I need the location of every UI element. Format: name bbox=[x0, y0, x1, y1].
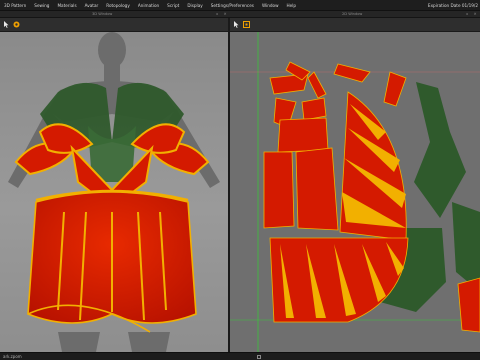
window-title-strip: 3D Window ▫ ✕ 2D Window ▫ ✕ bbox=[0, 11, 480, 18]
2d-window-controls[interactable]: ▫ ✕ bbox=[466, 12, 479, 16]
menu-3d-pattern[interactable]: 3D Pattern bbox=[0, 3, 30, 8]
3d-window-controls[interactable]: ▫ ✕ bbox=[216, 12, 229, 16]
status-label: ark.zpom bbox=[3, 354, 22, 359]
menu-list: 3D Pattern Sewing Materials Avatar Rotop… bbox=[0, 3, 300, 8]
menu-bar: 3D Pattern Sewing Materials Avatar Rotop… bbox=[0, 0, 480, 11]
2d-viewport[interactable] bbox=[230, 32, 480, 352]
2d-toolbar bbox=[230, 18, 480, 32]
expiration-date: Expiration Date 01/19/2 bbox=[427, 3, 478, 8]
menu-rotopology[interactable]: Rotopology bbox=[102, 3, 134, 8]
menu-help[interactable]: Help bbox=[283, 3, 301, 8]
3d-window-title: 3D Window bbox=[92, 12, 113, 16]
3d-toolbar bbox=[0, 18, 228, 32]
menu-display[interactable]: Display bbox=[183, 3, 206, 8]
2d-window-title: 2D Window bbox=[342, 12, 363, 16]
menu-materials[interactable]: Materials bbox=[53, 3, 80, 8]
pointer-icon[interactable] bbox=[3, 21, 10, 28]
status-bar: ark.zpom bbox=[0, 352, 480, 360]
pattern-edge-piece[interactable] bbox=[457, 277, 480, 333]
garment-skirt[interactable] bbox=[27, 189, 197, 333]
menu-script[interactable]: Script bbox=[163, 3, 183, 8]
status-square-icon[interactable] bbox=[257, 355, 261, 359]
transform-icon[interactable] bbox=[243, 21, 250, 28]
move-icon[interactable] bbox=[13, 21, 20, 28]
menu-avatar[interactable]: Avatar bbox=[81, 3, 103, 8]
3d-viewport[interactable] bbox=[0, 32, 228, 352]
menu-window[interactable]: Window bbox=[258, 3, 283, 8]
menu-settings[interactable]: Settings/Preferences bbox=[207, 3, 258, 8]
pattern-pointer-icon[interactable] bbox=[233, 21, 240, 28]
menu-animation[interactable]: Animation bbox=[134, 3, 163, 8]
menu-sewing[interactable]: Sewing bbox=[30, 3, 53, 8]
pattern-front-panels[interactable] bbox=[263, 147, 339, 231]
